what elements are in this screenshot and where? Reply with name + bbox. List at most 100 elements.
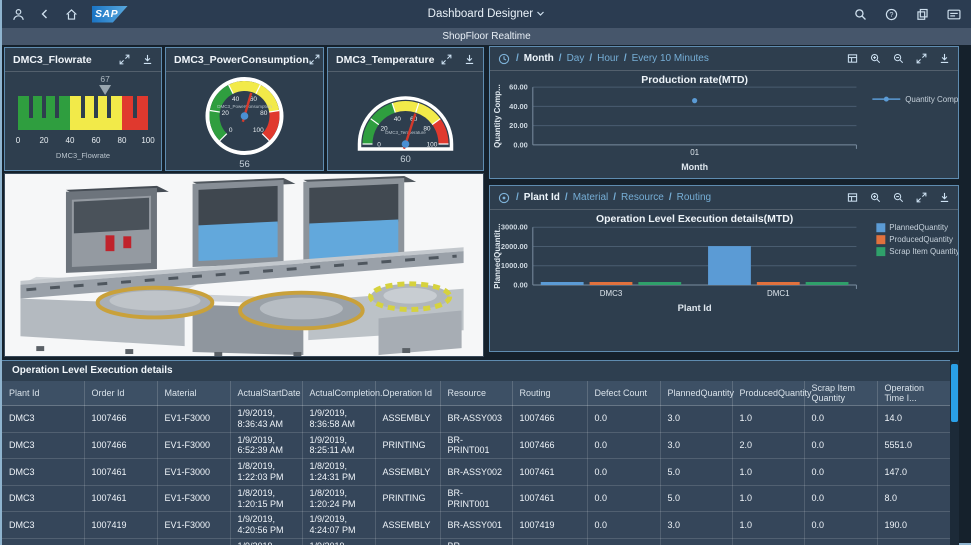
column-header[interactable]: Material (157, 381, 230, 406)
time-hierarchy-icon[interactable] (498, 53, 510, 65)
crumb-plant[interactable]: Plant Id (524, 192, 560, 203)
zoom-out-icon[interactable] (893, 192, 904, 203)
crumb-material[interactable]: Material (573, 192, 609, 203)
crumb-resource[interactable]: Resource (621, 192, 664, 203)
table-cell: DMC3 (2, 432, 84, 459)
expand-icon[interactable] (309, 54, 320, 65)
table-view-icon[interactable] (847, 192, 858, 203)
linear-gauge: 67020406080100DMC3_Flowrate (5, 72, 161, 175)
home-icon[interactable] (65, 8, 78, 21)
svg-text:?: ? (890, 12, 894, 19)
svg-text:20: 20 (40, 136, 49, 145)
table-scrollbar[interactable] (950, 360, 959, 545)
operation-execution-chart: Operation Level Execution details(MTD)0.… (490, 210, 958, 351)
table-cell: 2.0 (732, 432, 804, 459)
table-cell: PRINTING (375, 432, 440, 459)
svg-text:1000.00: 1000.00 (501, 261, 528, 270)
crumb-10min[interactable]: Every 10 Minutes (632, 53, 709, 64)
table-row[interactable]: DMC31007419EV1-F30001/9/2019, 4:20:56 PM… (2, 512, 950, 539)
table-row[interactable]: DMC31007461EV1-F30001/8/2019, 1:20:15 PM… (2, 485, 950, 512)
list-menu-icon[interactable] (947, 8, 961, 21)
column-header[interactable]: Operation Time I... (877, 381, 950, 406)
table-cell: DMC3 (2, 485, 84, 512)
table-row[interactable]: DMC31007419EV1-F30001/9/2019, 3:41:32 PM… (2, 538, 950, 545)
expand-icon[interactable] (119, 54, 130, 65)
column-header[interactable]: Scrap Item Quantity (804, 381, 877, 406)
help-icon[interactable]: ? (885, 8, 898, 21)
svg-text:PlannedQuantity: PlannedQuantity (889, 223, 948, 232)
column-header[interactable]: Defect Count (587, 381, 660, 406)
table-row[interactable]: DMC31007461EV1-F30001/8/2019, 1:22:03 PM… (2, 459, 950, 486)
svg-text:DMC3_PowerConsumption: DMC3_PowerConsumption (217, 104, 272, 109)
table-cell: BR-PRINT001 (440, 538, 512, 545)
table-row[interactable]: DMC31007466EV1-F30001/9/2019, 8:36:43 AM… (2, 406, 950, 433)
execution-table: Plant IdOrder IdMaterialActualStartDateA… (2, 381, 951, 545)
table-view-icon[interactable] (847, 53, 858, 64)
table-cell: 1.0 (732, 459, 804, 486)
operation-execution-widget: /Plant Id /Material /Resource /Routing O… (489, 185, 959, 352)
table-cell: 1/8/2019, 1:20:15 PM (230, 485, 302, 512)
column-header[interactable]: PlannedQuantity (660, 381, 732, 406)
expand-icon[interactable] (916, 192, 927, 203)
table-cell: 0.0 (587, 432, 660, 459)
svg-text:Quantity Comp...: Quantity Comp... (493, 84, 502, 148)
app-title[interactable]: Dashboard Designer (428, 8, 533, 20)
table-cell: 1.0 (732, 485, 804, 512)
svg-text:3000.00: 3000.00 (501, 223, 528, 232)
crumb-hour[interactable]: Hour (597, 53, 619, 64)
table-cell: 147.0 (877, 459, 950, 486)
table-cell: PRINTING (375, 485, 440, 512)
column-header[interactable]: ProducedQuantity (732, 381, 804, 406)
download-icon[interactable] (939, 192, 950, 203)
copy-icon[interactable] (916, 8, 929, 21)
download-icon[interactable] (464, 54, 475, 65)
zoom-out-icon[interactable] (893, 53, 904, 64)
svg-text:Month: Month (681, 162, 708, 172)
svg-text:Quantity Completed: Quantity Completed (905, 95, 958, 104)
svg-text:ProducedQuantity: ProducedQuantity (889, 235, 953, 244)
back-icon[interactable] (39, 8, 51, 20)
user-icon[interactable] (12, 8, 25, 21)
svg-text:DMC3_Flowrate: DMC3_Flowrate (56, 151, 110, 160)
column-header[interactable]: Order Id (84, 381, 157, 406)
column-header[interactable]: ActualCompletion... (302, 381, 375, 406)
crumb-month[interactable]: Month (524, 53, 554, 64)
page-title: ShopFloor Realtime (2, 28, 971, 45)
table-cell: 1007419 (512, 538, 587, 545)
svg-text:40: 40 (66, 136, 75, 145)
widget-title: DMC3_Flowrate (13, 54, 92, 66)
svg-text:0: 0 (229, 127, 233, 134)
table-row[interactable]: DMC31007466EV1-F30001/9/2019, 6:52:39 AM… (2, 432, 950, 459)
table-cell: 1007466 (84, 432, 157, 459)
table-cell: 0.0 (804, 512, 877, 539)
crumb-routing[interactable]: Routing (677, 192, 711, 203)
factory-3d-image (4, 173, 484, 357)
table-cell: 1/9/2019, 8:36:58 AM (302, 406, 375, 433)
svg-text:Production rate(MTD): Production rate(MTD) (641, 75, 748, 86)
table-cell: DMC3 (2, 538, 84, 545)
download-icon[interactable] (939, 53, 950, 64)
zoom-in-icon[interactable] (870, 53, 881, 64)
svg-text:60: 60 (92, 136, 101, 145)
table-cell: 1007461 (84, 485, 157, 512)
search-icon[interactable] (854, 8, 867, 21)
svg-text:40.00: 40.00 (509, 102, 528, 111)
scrollbar-thumb[interactable] (951, 364, 958, 422)
column-header[interactable]: ActualStartDate (230, 381, 302, 406)
expand-icon[interactable] (916, 53, 927, 64)
table-cell: 1/9/2019, 4:20:56 PM (230, 512, 302, 539)
column-header[interactable]: Plant Id (2, 381, 84, 406)
expand-icon[interactable] (441, 54, 452, 65)
column-header[interactable]: Routing (512, 381, 587, 406)
table-cell: 5.0 (660, 485, 732, 512)
gauge-widget-flowrate: DMC3_Flowrate 67020406080100DMC3_Flowrat… (4, 47, 162, 171)
column-header[interactable]: Resource (440, 381, 512, 406)
crumb-day[interactable]: Day (567, 53, 585, 64)
sap-logo[interactable]: SAP (92, 6, 128, 23)
hierarchy-icon[interactable] (498, 192, 510, 204)
zoom-in-icon[interactable] (870, 192, 881, 203)
download-icon[interactable] (142, 54, 153, 65)
svg-text:60: 60 (400, 154, 411, 165)
column-header[interactable]: Operation Id (375, 381, 440, 406)
table-cell: 0.0 (804, 485, 877, 512)
